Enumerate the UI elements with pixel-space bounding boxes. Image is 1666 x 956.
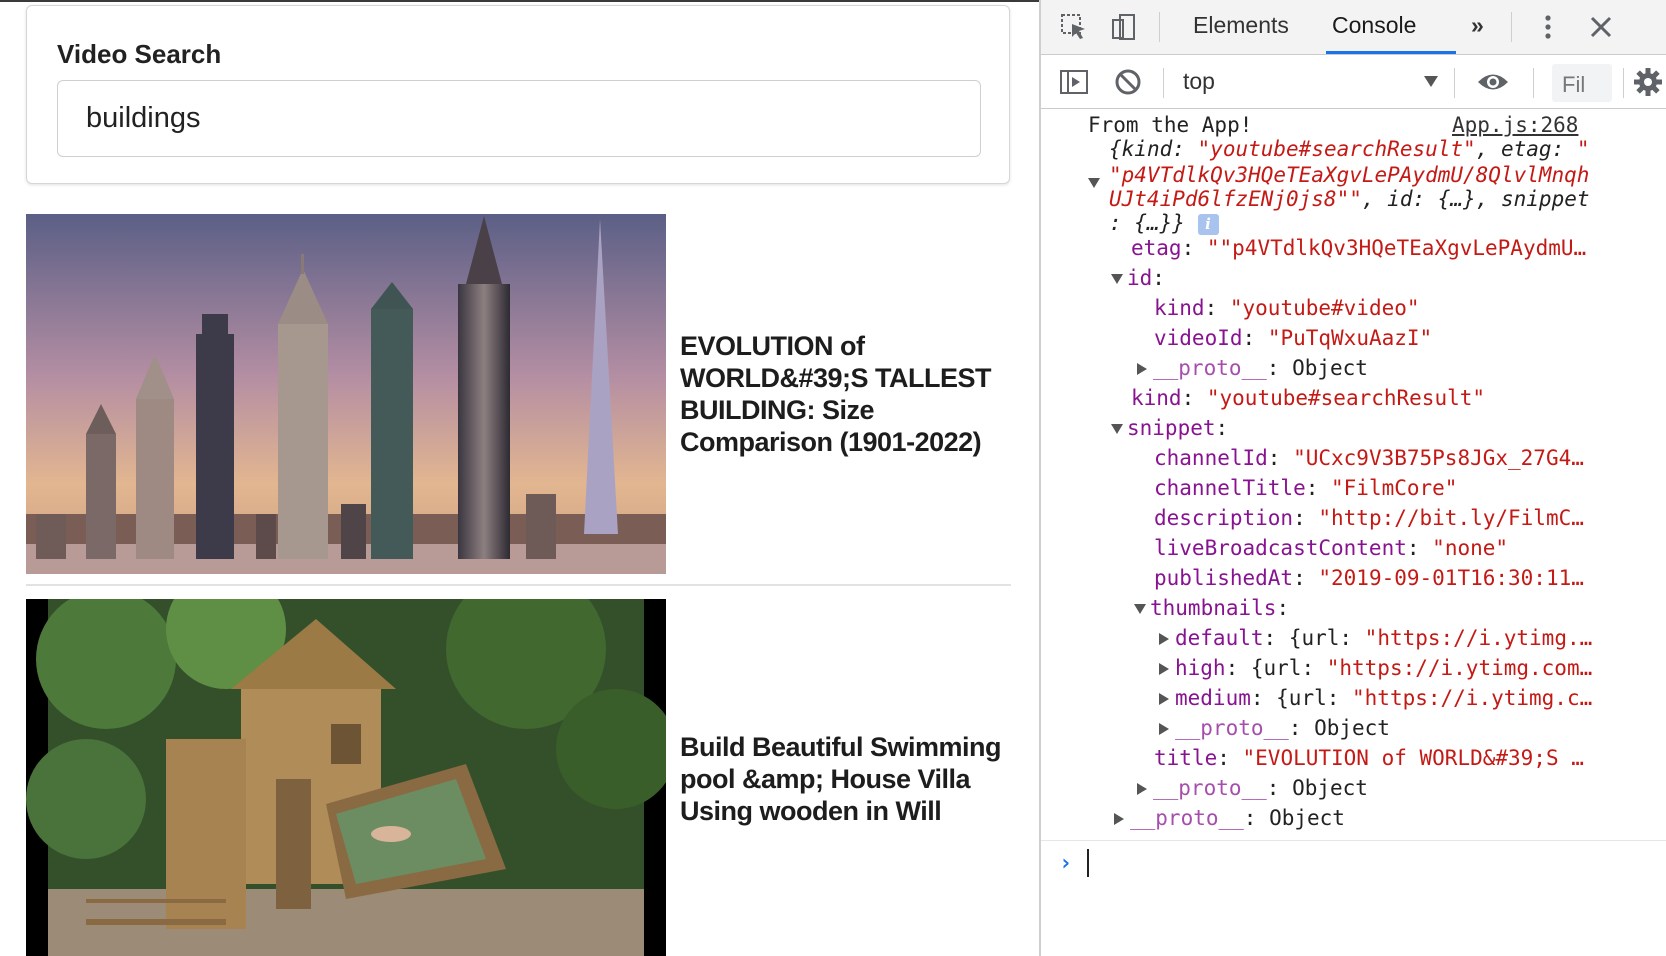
filter-input[interactable]: Fil xyxy=(1552,64,1612,102)
prop-channelTitle[interactable]: channelTitle: "FilmCore" xyxy=(1154,473,1457,503)
search-input[interactable] xyxy=(57,80,981,157)
info-icon[interactable]: i xyxy=(1197,213,1219,235)
console-output: From the App! App.js:268 {kind: "youtube… xyxy=(1041,110,1666,956)
toolbar-divider xyxy=(1454,68,1455,98)
expand-triangle-icon[interactable] xyxy=(1159,693,1169,705)
toolbar-divider xyxy=(1163,68,1164,98)
toolbar-divider xyxy=(1511,12,1512,42)
prop-thumbnails-high[interactable]: high: {url: "https://i.ytimg.com… xyxy=(1159,653,1592,683)
prop-channelId[interactable]: channelId: "UCxc9V3B75Ps8JGx_27G4… xyxy=(1154,443,1584,473)
prop-thumbnails-medium[interactable]: medium: {url: "https://i.ytimg.c… xyxy=(1159,683,1592,713)
expand-triangle-icon[interactable] xyxy=(1159,723,1169,735)
prop-thumbnails-proto[interactable]: __proto__: Object xyxy=(1159,713,1390,743)
search-label: Video Search xyxy=(57,39,222,69)
tab-console[interactable]: Console xyxy=(1332,12,1416,39)
log-object-summary-line-2[interactable] xyxy=(1088,160,1104,190)
context-selector[interactable]: top xyxy=(1183,68,1215,95)
expand-triangle-icon[interactable] xyxy=(1159,633,1169,645)
expand-triangle-icon[interactable] xyxy=(1111,424,1123,434)
prop-kind[interactable]: kind: "youtube#searchResult" xyxy=(1131,383,1485,413)
prop-id-kind[interactable]: kind: "youtube#video" xyxy=(1154,293,1420,323)
console-input[interactable]: › xyxy=(1041,840,1666,890)
prop-snippet-proto[interactable]: __proto__: Object xyxy=(1137,773,1368,803)
prop-liveBroadcastContent[interactable]: liveBroadcastContent: "none" xyxy=(1154,533,1508,563)
expand-triangle-icon[interactable] xyxy=(1111,274,1123,284)
tab-elements[interactable]: Elements xyxy=(1193,12,1289,39)
prop-snippet[interactable]: snippet: xyxy=(1111,413,1228,443)
prop-id-videoId[interactable]: videoId: "PuTqWxuAazI" xyxy=(1154,323,1432,353)
expand-triangle-icon[interactable] xyxy=(1088,178,1100,188)
video-title[interactable]: Build Beautiful Swimming pool &amp; Hous… xyxy=(680,731,1010,827)
prop-thumbnails-default[interactable]: default: {url: "https://i.ytimg.… xyxy=(1159,623,1592,653)
prop-id-proto[interactable]: __proto__: Object xyxy=(1137,353,1368,383)
prop-publishedAt[interactable]: publishedAt: "2019-09-01T16:30:11… xyxy=(1154,563,1584,593)
prompt-chevron-icon: › xyxy=(1059,851,1073,876)
video-list-item[interactable]: EVOLUTION of WORLD&#39;S TALLEST BUILDIN… xyxy=(26,214,1011,586)
clear-console-icon[interactable] xyxy=(1111,66,1145,98)
prop-description[interactable]: description: "http://bit.ly/FilmC… xyxy=(1154,503,1584,533)
video-title[interactable]: EVOLUTION of WORLD&#39;S TALLEST BUILDIN… xyxy=(680,330,1010,458)
toolbar-divider xyxy=(1533,68,1534,98)
console-toolbar: top Fil xyxy=(1041,56,1666,109)
device-toolbar-icon[interactable] xyxy=(1107,12,1141,42)
prop-etag[interactable]: etag: ""p4VTdlkQv3HQeTEaXgvLePAydmU… xyxy=(1131,233,1586,263)
prop-id[interactable]: id: xyxy=(1111,263,1165,293)
chevron-down-icon[interactable] xyxy=(1424,76,1438,87)
toolbar-divider xyxy=(1159,12,1160,42)
search-card: Video Search xyxy=(26,5,1010,184)
video-list-item[interactable]: Build Beautiful Swimming pool &amp; Hous… xyxy=(26,599,1011,956)
expand-triangle-icon[interactable] xyxy=(1134,604,1146,614)
video-thumbnail[interactable] xyxy=(26,599,666,956)
expand-triangle-icon[interactable] xyxy=(1137,363,1147,375)
devtools-panel: Elements Console » top Fil From the App!… xyxy=(1039,0,1666,956)
inspect-element-icon[interactable] xyxy=(1057,12,1091,42)
close-icon[interactable] xyxy=(1586,12,1616,42)
toolbar-divider xyxy=(1623,68,1624,98)
video-thumbnail[interactable] xyxy=(26,214,666,574)
sidebar-toggle-icon[interactable] xyxy=(1057,66,1091,98)
more-tabs-button[interactable]: » xyxy=(1471,12,1484,39)
active-tab-indicator xyxy=(1326,51,1456,54)
text-caret xyxy=(1087,849,1089,877)
prop-thumbnails[interactable]: thumbnails: xyxy=(1134,593,1289,623)
expand-triangle-icon[interactable] xyxy=(1137,783,1147,795)
kebab-menu-icon[interactable] xyxy=(1533,12,1563,42)
eye-icon[interactable] xyxy=(1473,66,1513,98)
expand-triangle-icon[interactable] xyxy=(1159,663,1169,675)
app-pane: Video Search buildings EVOLUTION of WORL… xyxy=(0,0,1040,956)
devtools-tabbar: Elements Console » xyxy=(1041,0,1666,55)
expand-triangle-icon[interactable] xyxy=(1114,813,1124,825)
gear-icon[interactable] xyxy=(1631,64,1665,100)
prop-title[interactable]: title: "EVOLUTION of WORLD&#39;S … xyxy=(1154,743,1584,773)
prop-root-proto[interactable]: __proto__: Object xyxy=(1114,803,1345,833)
